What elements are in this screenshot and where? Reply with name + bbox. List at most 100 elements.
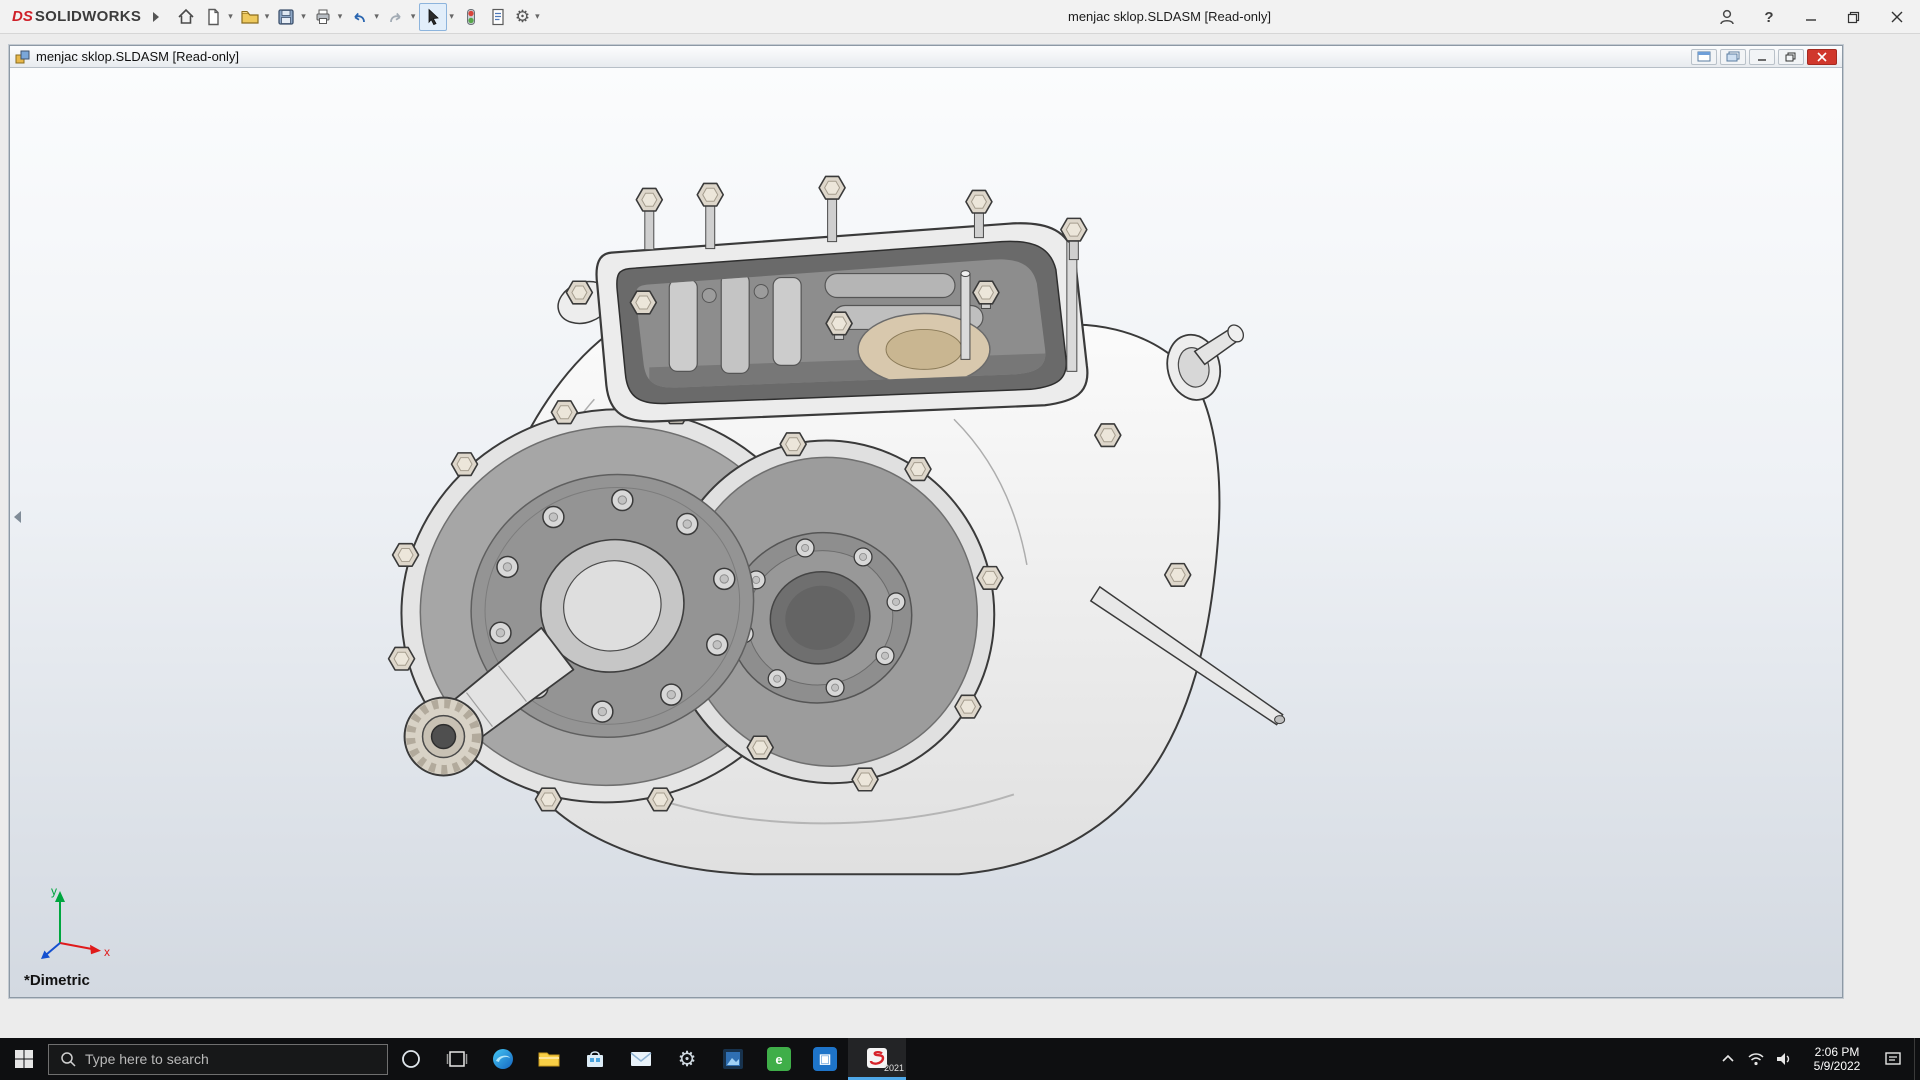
taskbar-app-cortana[interactable]: [388, 1038, 434, 1080]
doc-minimize-icon: [1758, 58, 1766, 61]
document-titlebar[interactable]: menjac sklop.SLDASM [Read-only]: [10, 46, 1842, 68]
help-button[interactable]: ?: [1748, 0, 1790, 34]
brand-flyout-arrow-icon[interactable]: [153, 11, 160, 22]
minimize-button[interactable]: [1790, 0, 1832, 34]
app-window-title: menjac sklop.SLDASM [Read-only]: [1068, 9, 1272, 24]
open-button[interactable]: [237, 3, 263, 31]
solidworks-version-badge: 2021: [883, 1063, 904, 1073]
redo-dropdown-caret[interactable]: ▾: [410, 11, 419, 22]
file-properties-icon: [492, 8, 504, 25]
new-document-icon: [208, 8, 219, 25]
doc-minimize-button[interactable]: [1749, 48, 1775, 65]
taskbar-app-store[interactable]: [572, 1038, 618, 1080]
x-axis-label: x: [104, 945, 110, 959]
help-icon: ?: [1764, 8, 1774, 26]
taskbar-app-media[interactable]: ▣: [802, 1038, 848, 1080]
file-properties-button[interactable]: [485, 3, 511, 31]
taskbar-search-box[interactable]: [48, 1043, 388, 1075]
doc-restore-icon: [1785, 52, 1796, 61]
solidworks-application: DS SOLIDWORKS ▾ ▾ ▾ ▾ ▾ ▾ ▾ ⚙ ▾ menjac s…: [0, 0, 1920, 1080]
cascade-window-icon: [1726, 51, 1740, 62]
doc-restore-button[interactable]: [1778, 48, 1804, 65]
notification-icon: [1885, 1052, 1901, 1065]
windows-logo-icon: [15, 1050, 33, 1068]
home-button[interactable]: [173, 3, 199, 31]
taskbar-app-file-explorer[interactable]: [526, 1038, 572, 1080]
search-icon: [61, 1052, 76, 1067]
orientation-triad: y x: [41, 884, 110, 959]
document-window-controls: [1691, 48, 1837, 65]
taskbar-clock[interactable]: 2:06 PM 5/9/2022: [1798, 1045, 1876, 1073]
undo-dropdown-caret[interactable]: ▾: [373, 11, 382, 22]
options-dropdown-caret[interactable]: ▾: [534, 11, 543, 22]
graphics-area[interactable]: y x *Dimetric: [10, 68, 1842, 997]
start-button[interactable]: [0, 1038, 48, 1080]
settings-gear-icon: ⚙: [677, 1047, 697, 1071]
print-dropdown-caret[interactable]: ▾: [337, 11, 346, 22]
user-account-icon: [1720, 9, 1734, 25]
mail-icon: [630, 1052, 652, 1066]
clock-date: 5/9/2022: [1813, 1059, 1861, 1073]
chevron-up-icon: [1722, 1054, 1734, 1062]
featuremanager-collapse-arrow[interactable]: [11, 506, 23, 528]
user-account-button[interactable]: [1706, 0, 1748, 34]
search-input[interactable]: [85, 1051, 376, 1067]
close-button[interactable]: [1874, 0, 1920, 34]
taskbar-app-mail[interactable]: [618, 1038, 664, 1080]
taskbar-app-edrawings[interactable]: e: [756, 1038, 802, 1080]
gearbox-model[interactable]: [10, 68, 1842, 997]
open-dropdown-caret[interactable]: ▾: [264, 11, 273, 22]
doc-close-button[interactable]: [1807, 48, 1837, 65]
taskbar-app-edge[interactable]: [480, 1038, 526, 1080]
document-window: menjac sklop.SLDASM [Read-only] y x *Dim…: [9, 45, 1843, 998]
redo-icon: [389, 12, 401, 22]
volume-button[interactable]: [1770, 1038, 1798, 1080]
logo-ds-glyph: DS: [12, 8, 33, 25]
action-center-button[interactable]: [1876, 1038, 1910, 1080]
print-icon: [316, 9, 330, 24]
show-desktop-button[interactable]: [1914, 1038, 1920, 1080]
logo-wordmark: SOLIDWORKS: [34, 8, 142, 25]
store-bag-icon: [587, 1051, 603, 1067]
options-button[interactable]: ⚙: [512, 3, 533, 31]
select-tool-button[interactable]: [419, 2, 448, 31]
clock-time: 2:06 PM: [1814, 1045, 1860, 1059]
taskbar-app-solidworks[interactable]: 2021: [848, 1038, 906, 1080]
rebuild-button[interactable]: [458, 3, 484, 31]
print-button[interactable]: [310, 3, 336, 31]
save-dropdown-caret[interactable]: ▾: [300, 11, 309, 22]
taskbar-app-photos[interactable]: [710, 1038, 756, 1080]
taskbar-task-view[interactable]: [434, 1038, 480, 1080]
document-title: menjac sklop.SLDASM [Read-only]: [36, 49, 240, 64]
undo-button[interactable]: [346, 3, 372, 31]
select-dropdown-caret[interactable]: ▾: [448, 11, 457, 22]
redo-button[interactable]: [383, 3, 409, 31]
view-orientation-label: *Dimetric: [24, 972, 90, 989]
taskbar-app-settings[interactable]: ⚙: [664, 1038, 710, 1080]
doc-close-icon: [1817, 51, 1827, 62]
network-button[interactable]: [1742, 1038, 1770, 1080]
windows-taskbar: ⚙ e ▣ 2021 2:06 PM 5/9/20: [0, 1038, 1920, 1080]
doc-cascade-button[interactable]: [1720, 48, 1746, 65]
tray-overflow-button[interactable]: [1714, 1038, 1742, 1080]
save-icon: [278, 8, 294, 25]
doc-tile-button[interactable]: [1691, 48, 1717, 65]
new-dropdown-caret[interactable]: ▾: [227, 11, 236, 22]
options-gear-icon: ⚙: [514, 7, 531, 26]
cortana-icon: [402, 1050, 420, 1068]
solidworks-logo[interactable]: DS SOLIDWORKS: [12, 8, 141, 25]
select-cursor-icon: [428, 8, 440, 25]
model-top-cover[interactable]: [565, 175, 1089, 423]
restore-icon: [1847, 11, 1859, 23]
x-axis-arrow: [90, 944, 101, 955]
task-view-icon: [446, 1051, 468, 1067]
wifi-icon: [1748, 1053, 1764, 1066]
restore-button[interactable]: [1832, 0, 1874, 34]
system-tray: 2:06 PM 5/9/2022: [1714, 1038, 1920, 1080]
z-axis-line: [46, 942, 61, 955]
home-icon: [178, 8, 194, 24]
model-spline-coupling[interactable]: [403, 696, 484, 777]
media-app-icon: ▣: [813, 1047, 837, 1071]
save-button[interactable]: [273, 3, 299, 31]
new-document-button[interactable]: [200, 3, 226, 31]
